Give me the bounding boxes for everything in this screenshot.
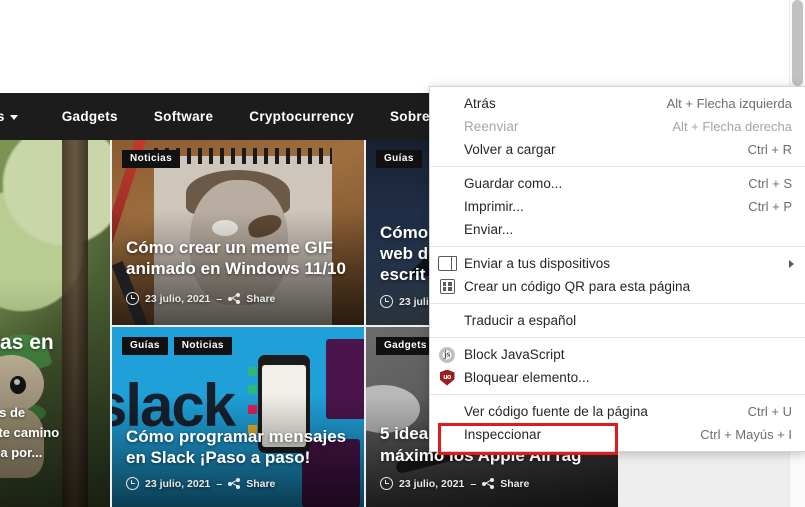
menu-item-shortcut: Ctrl + R (747, 142, 792, 157)
menu-item-traducir-a-espanol[interactable]: Traducir a español (430, 309, 805, 332)
menu-item-shortcut: Ctrl + Mayús + I (700, 427, 792, 442)
article-card-slack[interactable]: slack Guías Noticias Cómo programar mens… (112, 327, 364, 507)
card-tag[interactable]: Guías (122, 337, 168, 355)
card-share-label[interactable]: Share (500, 478, 529, 490)
menu-item-atras[interactable]: Atrás Alt + Flecha izquierda (430, 92, 805, 115)
decor-dot-green (248, 367, 257, 376)
menu-separator (430, 394, 805, 395)
menu-item-ver-codigo-fuente[interactable]: Ver código fuente de la página Ctrl + U (430, 400, 805, 423)
article-card-meme-gif[interactable]: Noticias Cómo crear un meme GIF animado … (112, 140, 364, 325)
card-date: 23 juli (399, 295, 429, 308)
menu-separator (430, 337, 805, 338)
card-date: 23 julio, 2021 (145, 477, 211, 490)
menu-item-reenviar[interactable]: Reenviar Alt + Flecha derecha (430, 115, 805, 138)
menu-item-shortcut: Alt + Flecha izquierda (666, 96, 792, 111)
menu-item-shortcut: Ctrl + P (748, 199, 792, 214)
card-tag-row: Gadgets (376, 337, 435, 355)
card-meta: 23 julio, 2021 – Share (126, 477, 275, 490)
cast-icon (430, 256, 464, 271)
menu-item-bloquear-elemento[interactable]: uo Bloquear elemento... (430, 366, 805, 389)
menu-separator (430, 246, 805, 247)
card-gradient-overlay (0, 279, 110, 507)
menu-item-shortcut: Ctrl + U (747, 404, 792, 419)
menu-item-enviar[interactable]: Enviar... (430, 218, 805, 241)
menu-item-label: Enviar... (464, 222, 514, 237)
qr-code-icon (430, 279, 464, 294)
scrollbar-thumb[interactable] (792, 0, 803, 86)
menu-item-guardar-como[interactable]: Guardar como... Ctrl + S (430, 172, 805, 195)
card-share-label[interactable]: Share (246, 293, 275, 305)
browser-context-menu[interactable]: Atrás Alt + Flecha izquierda Reenviar Al… (429, 86, 805, 452)
share-icon[interactable] (228, 293, 241, 304)
menu-item-shortcut: Ctrl + S (748, 176, 792, 191)
card-tag[interactable]: Gadgets (376, 337, 435, 355)
meta-separator: – (470, 477, 477, 490)
card-tag[interactable]: Noticias (173, 337, 232, 355)
menu-item-imprimir[interactable]: Imprimir... Ctrl + P (430, 195, 805, 218)
menu-item-block-javascript[interactable]: js Block JavaScript (430, 343, 805, 366)
card-title: Cómo crear un meme GIF animado en Window… (126, 238, 346, 278)
meta-separator: – (216, 477, 223, 490)
menu-item-label: Reenviar (464, 119, 519, 134)
nav-item-juegos[interactable]: egos (0, 109, 18, 124)
card-date: 23 julio, 2021 (145, 292, 211, 305)
clock-icon (126, 477, 139, 490)
nav-item-software[interactable]: Software (154, 109, 213, 124)
menu-item-enviar-a-tus-dispositivos[interactable]: Enviar a tus dispositivos (430, 252, 805, 275)
chevron-down-icon (9, 115, 18, 120)
card-meta: 23 julio, 2021 – Share (126, 292, 275, 305)
card-title: atallas en (0, 331, 54, 354)
menu-item-crear-codigo-qr[interactable]: Crear un código QR para esta página (430, 275, 805, 298)
menu-item-shortcut: Alt + Flecha derecha (672, 119, 792, 134)
decor-dot-green-2 (248, 385, 257, 394)
card-tag-row: Guías Noticias (122, 337, 232, 355)
menu-item-label: Imprimir... (464, 199, 524, 214)
nav-item-gadgets[interactable]: Gadgets (62, 109, 118, 124)
menu-item-volver-a-cargar[interactable]: Volver a cargar Ctrl + R (430, 138, 805, 161)
card-meta: 23 juli (380, 295, 429, 308)
menu-item-label: Guardar como... (464, 176, 563, 191)
menu-item-label: Traducir a español (464, 313, 577, 328)
menu-item-label: Block JavaScript (464, 347, 565, 362)
card-tag[interactable]: Guías (376, 150, 422, 168)
clock-icon (380, 295, 393, 308)
card-excerpt-line-2: este camino (0, 425, 60, 440)
share-icon[interactable] (228, 478, 241, 489)
share-icon[interactable] (482, 478, 495, 489)
menu-item-label: Atrás (464, 96, 496, 111)
article-card-pokemon[interactable]: atallas en egos de este camino pasa por.… (0, 140, 110, 507)
menu-item-label: Enviar a tus dispositivos (464, 256, 611, 271)
menu-item-label: Crear un código QR para esta página (464, 279, 691, 294)
ublock-shield-icon: uo (430, 369, 464, 386)
menu-item-label: Bloquear elemento... (464, 370, 590, 385)
card-tag[interactable]: Noticias (122, 150, 181, 168)
menu-separator (430, 303, 805, 304)
card-share-label[interactable]: Share (246, 478, 275, 490)
decor-spiral-binding (154, 148, 332, 164)
card-tag-row: Noticias (122, 150, 181, 168)
nav-item-label: Software (153, 109, 214, 124)
javascript-blocker-icon: js (430, 346, 464, 363)
menu-separator (430, 166, 805, 167)
card-tag-row: Guías (376, 150, 422, 168)
card-excerpt-line-1: egos de (0, 405, 26, 420)
menu-item-label: Ver código fuente de la página (464, 404, 648, 419)
nav-item-label: egos (0, 109, 5, 124)
card-meta: 23 julio, 2021 – Share (380, 477, 529, 490)
clock-icon (126, 292, 139, 305)
nav-item-label: Gadgets (61, 109, 118, 124)
page-top-whitespace (0, 0, 790, 93)
clock-icon (380, 477, 393, 490)
annotation-highlight-inspeccionar (438, 423, 618, 455)
card-date: 23 julio, 2021 (399, 477, 465, 490)
card-excerpt-line-3: pasa por... (0, 445, 43, 460)
meta-separator: – (216, 292, 223, 305)
menu-item-label: Volver a cargar (464, 142, 556, 157)
card-title: Cómo programar mensajes en Slack ¡Paso a… (126, 427, 347, 467)
nav-item-label: Cryptocurrency (249, 109, 354, 124)
nav-item-cryptocurrency[interactable]: Cryptocurrency (249, 109, 354, 124)
submenu-arrow-icon (789, 259, 794, 268)
